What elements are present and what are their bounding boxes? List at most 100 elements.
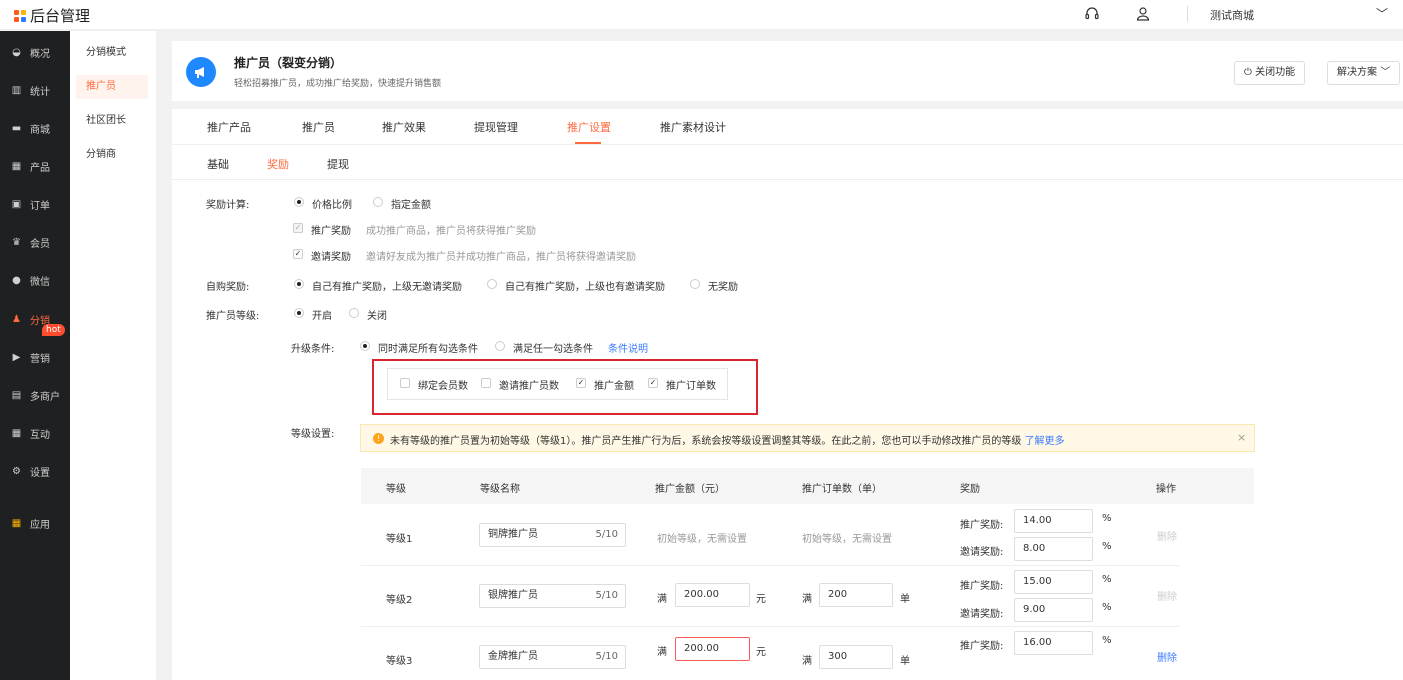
row1-name-input[interactable]: 铜牌推广员 5/10	[479, 523, 626, 547]
nav-item-marketing[interactable]: ▶ 营销	[0, 338, 70, 376]
row3-orders-input[interactable]: 300	[819, 645, 893, 669]
tab-withdraw-mgmt[interactable]: 提现管理	[474, 119, 518, 135]
radio-level-off[interactable]	[349, 308, 359, 318]
radio-level-off-label[interactable]: 关闭	[367, 307, 387, 322]
radio-meet-any[interactable]	[495, 341, 505, 351]
row3-amount-unit: 元	[756, 647, 766, 658]
chevron-down-icon[interactable]: ﹀	[1376, 5, 1388, 22]
shop-icon: ▬	[11, 122, 22, 134]
tab-promo-products[interactable]: 推广产品	[207, 119, 251, 135]
radio-no-reward-label[interactable]: 无奖励	[708, 278, 738, 293]
subtab-withdraw[interactable]: 提现	[327, 156, 349, 172]
row3-delete-link[interactable]: 删除	[1157, 649, 1177, 664]
row1-invite-input[interactable]: 8.00	[1014, 537, 1093, 561]
radio-level-on[interactable]	[294, 308, 304, 318]
subnav-community-leader[interactable]: 社区团长	[76, 109, 148, 133]
row2-delete-link[interactable]: 删除	[1157, 588, 1177, 603]
shop-name[interactable]: 测试商城	[1210, 7, 1254, 23]
radio-self-no-invite-label[interactable]: 自己有推广奖励，上级无邀请奖励	[312, 278, 462, 293]
radio-no-reward[interactable]	[690, 279, 700, 289]
nav-item-apps[interactable]: ▦ 应用	[0, 504, 70, 542]
promo-reward-checkbox[interactable]: ✓	[293, 223, 303, 233]
subtab-reward[interactable]: 奖励	[267, 156, 289, 172]
nav-item-members[interactable]: ♛ 会员	[0, 223, 70, 261]
row2-amount-input[interactable]: 200.00	[675, 583, 750, 607]
upgrade-condition-label: 升级条件:	[291, 344, 335, 355]
radio-self-no-invite[interactable]	[294, 279, 304, 289]
user-icon[interactable]	[1133, 3, 1153, 25]
th-level-name: 等级名称	[480, 484, 520, 495]
radio-meet-all-label[interactable]: 同时满足所有勾选条件	[378, 340, 478, 355]
subnav-promoter[interactable]: 推广员	[76, 75, 148, 99]
radio-fixed-amount-label[interactable]: 指定金额	[391, 196, 431, 211]
nav-item-overview[interactable]: ◒ 概况	[0, 33, 70, 71]
row1-delete-link[interactable]: 删除	[1157, 528, 1177, 543]
tab-promo-effect[interactable]: 推广效果	[382, 119, 426, 135]
invite-reward-checkbox[interactable]: ✓	[293, 249, 303, 259]
row1-orders-text: 初始等级，无需设置	[802, 534, 892, 545]
row2-promo-percent: %	[1102, 574, 1112, 585]
promo-reward-label: 推广奖励	[311, 226, 351, 237]
row2-amount-prefix: 满	[657, 594, 667, 605]
invite-promoter-checkbox[interactable]	[481, 378, 491, 388]
row2-orders-unit: 单	[900, 594, 910, 605]
condition-help-link[interactable]: 条件说明	[608, 340, 648, 355]
solution-button[interactable]: 解决方案 ﹀	[1327, 61, 1401, 85]
alert-text: 未有等级的推广员置为初始等级（等级1）。推广员产生推广行为后，系统会按等级设置调…	[390, 436, 1065, 447]
row2-promo-input[interactable]: 15.00	[1014, 570, 1093, 594]
radio-fixed-amount[interactable]	[373, 197, 383, 207]
row2-name-count: 5/10	[595, 590, 618, 601]
radio-level-on-label[interactable]: 开启	[312, 307, 332, 322]
nav-item-wechat[interactable]: ● 微信	[0, 261, 70, 299]
row2-name-input[interactable]: 银牌推广员 5/10	[479, 584, 626, 608]
nav-item-stats[interactable]: ▥ 统计	[0, 71, 70, 109]
level-table-header: 等级 等级名称 推广金额（元） 推广订单数（单） 奖励 操作	[361, 468, 1254, 504]
top-header: 后台管理 测试商城 ﹀	[0, 0, 1403, 30]
radio-self-with-invite-label[interactable]: 自己有推广奖励，上级也有邀请奖励	[505, 278, 665, 293]
radio-meet-all[interactable]	[360, 341, 370, 351]
row1-promo-input[interactable]: 14.00	[1014, 509, 1093, 533]
nav-item-multi-merchant[interactable]: ▤ 多商户	[0, 376, 70, 414]
tab-promo-settings[interactable]: 推广设置	[567, 119, 611, 135]
row3-orders-unit: 单	[900, 656, 910, 667]
app-logo[interactable]: 后台管理	[14, 5, 90, 26]
nav-item-products[interactable]: ▦ 产品	[0, 147, 70, 185]
row3-name-input[interactable]: 金牌推广员 5/10	[479, 645, 626, 669]
page-title: 推广员（裂变分销）	[234, 56, 343, 70]
row3-amount-input[interactable]: 200.00	[675, 637, 750, 661]
close-feature-button[interactable]: ⏻ 关闭功能	[1234, 61, 1306, 85]
promo-amount-checkbox[interactable]: ✓	[576, 378, 586, 388]
main-card: 推广产品 推广员 推广效果 提现管理 推广设置 推广素材设计 基础 奖励 提现	[172, 109, 1403, 680]
row3-promo-input[interactable]: 16.00	[1014, 631, 1093, 655]
tab-promo-material[interactable]: 推广素材设计	[660, 119, 726, 135]
promoter-level-label: 推广员等级:	[206, 311, 260, 322]
radio-meet-any-label[interactable]: 满足任一勾选条件	[513, 340, 593, 355]
nav-item-mall[interactable]: ▬ 商城	[0, 109, 70, 147]
th-promo-amount: 推广金额（元）	[655, 484, 725, 495]
bind-member-checkbox[interactable]	[400, 378, 410, 388]
active-tab-indicator	[575, 142, 601, 144]
subnav-distributor[interactable]: 分销商	[76, 143, 148, 167]
close-icon[interactable]: ×	[1237, 431, 1246, 444]
level-setting-label: 等级设置:	[291, 429, 335, 440]
learn-more-link[interactable]: 了解更多	[1025, 436, 1065, 447]
interact-icon: ▦	[11, 427, 22, 439]
radio-price-ratio[interactable]	[294, 197, 304, 207]
row2-invite-input[interactable]: 9.00	[1014, 598, 1093, 622]
reward-calc-label: 奖励计算:	[206, 200, 250, 211]
headset-icon[interactable]	[1082, 3, 1102, 25]
promo-orders-checkbox[interactable]: ✓	[648, 378, 658, 388]
wechat-icon: ●	[12, 274, 21, 286]
nav-item-orders[interactable]: ▣ 订单	[0, 185, 70, 223]
nav-item-settings[interactable]: ⚙ 设置	[0, 452, 70, 490]
row1-promo-label: 推广奖励:	[960, 520, 1004, 531]
nav-item-interact[interactable]: ▦ 互动	[0, 414, 70, 452]
row2-orders-input[interactable]: 200	[819, 583, 893, 607]
subnav-distribution-mode[interactable]: 分销模式	[76, 41, 148, 65]
subtab-basic[interactable]: 基础	[207, 156, 229, 172]
content-area: 推广员（裂变分销） 轻松招募推广员，成功推广给奖励，快速提升销售额 ⏻ 关闭功能…	[157, 31, 1403, 680]
main-tabs: 推广产品 推广员 推广效果 提现管理 推广设置 推广素材设计	[172, 109, 1403, 145]
radio-price-ratio-label[interactable]: 价格比例	[312, 196, 352, 211]
radio-self-with-invite[interactable]	[487, 279, 497, 289]
tab-promoters[interactable]: 推广员	[302, 119, 335, 135]
